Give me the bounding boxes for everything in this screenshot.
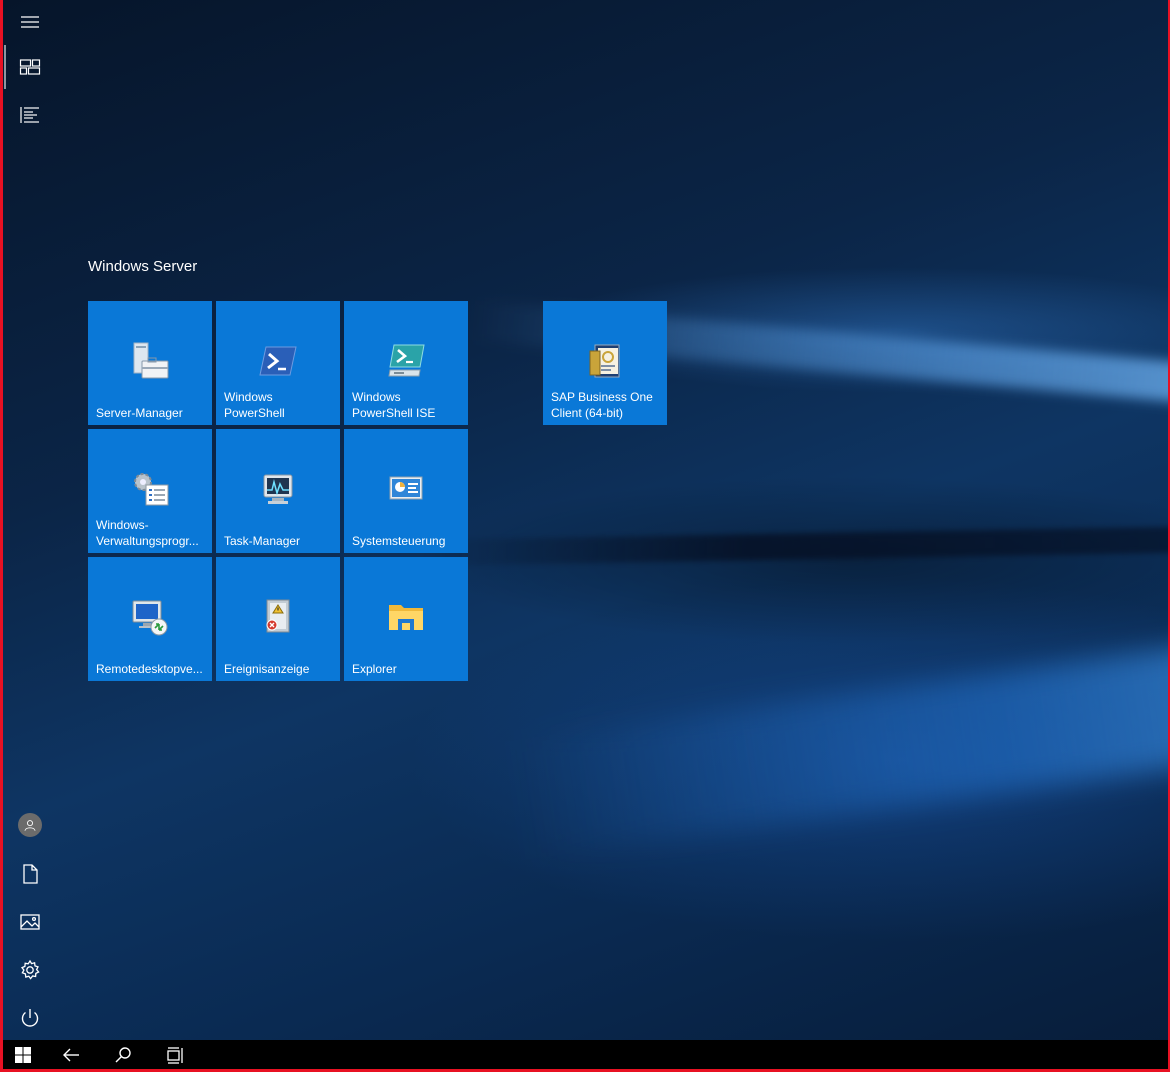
remote-desktop-icon (132, 600, 168, 636)
powershell-icon (259, 346, 297, 376)
admin-tools-icon (134, 473, 169, 506)
all-apps-list-icon (20, 107, 39, 123)
hamburger-menu-icon (21, 16, 39, 28)
settings-gear-icon (20, 959, 40, 980)
wallpaper-glow (511, 643, 1170, 860)
file-explorer-icon (389, 605, 423, 630)
tile-label: Windows PowerShell ISE (352, 390, 436, 420)
tile-sap-business-one[interactable]: SAP Business One Client (64-bit) (543, 301, 667, 425)
all-apps-button[interactable] (3, 93, 57, 137)
pictures-button[interactable] (3, 900, 57, 944)
tile-label: Systemsteuerung (352, 534, 446, 548)
taskbar (3, 1040, 1168, 1069)
start-button[interactable] (3, 1040, 43, 1069)
power-icon (21, 1009, 39, 1027)
tile-windows-powershell-ise[interactable]: Windows PowerShell ISE (344, 301, 468, 425)
settings-button[interactable] (3, 948, 57, 992)
documents-icon (23, 864, 38, 884)
tile-server-manager[interactable]: Server-Manager (88, 301, 212, 425)
tile-label: Remotedesktopve... (96, 662, 203, 676)
tiles-view-icon (19, 59, 41, 75)
powershell-ise-icon (388, 344, 425, 377)
wallpaper-shadow-beam (419, 525, 1170, 566)
tile-label: Windows PowerShell (224, 390, 285, 420)
task-view-button[interactable] (155, 1040, 195, 1069)
tile-label: SAP Business One Client (64-bit) (551, 390, 653, 420)
task-manager-icon (263, 474, 293, 504)
tile-task-manager[interactable]: Task-Manager (216, 429, 340, 553)
back-button[interactable] (51, 1040, 91, 1069)
user-account-icon (18, 813, 42, 837)
documents-button[interactable] (3, 852, 57, 896)
server-manager-icon (133, 342, 169, 379)
power-button[interactable] (3, 996, 57, 1040)
windows-start-icon (15, 1046, 31, 1063)
start-sidebar (3, 0, 57, 1040)
tile-label: Server-Manager (96, 406, 183, 420)
tile-event-viewer[interactable]: Ereignisanzeige (216, 557, 340, 681)
tile-label: Task-Manager (224, 534, 301, 548)
tile-label: Explorer (352, 662, 397, 676)
control-panel-icon (389, 476, 423, 500)
tile-windows-admin-tools[interactable]: Windows- Verwaltungsprogr... (88, 429, 212, 553)
task-view-icon (167, 1046, 183, 1064)
tile-windows-powershell[interactable]: Windows PowerShell (216, 301, 340, 425)
search-button[interactable] (103, 1040, 143, 1069)
tile-control-panel[interactable]: Systemsteuerung (344, 429, 468, 553)
tile-label: Ereignisanzeige (224, 662, 310, 676)
user-account-button[interactable] (3, 803, 57, 847)
tile-group-title[interactable]: Windows Server (88, 258, 197, 275)
tile-label: Windows- Verwaltungsprogr... (96, 518, 199, 548)
sap-business-one-icon (589, 344, 620, 378)
search-icon (115, 1046, 131, 1062)
pictures-icon (20, 914, 40, 930)
back-arrow-icon (63, 1048, 79, 1061)
hamburger-menu-button[interactable] (3, 0, 57, 44)
tile-file-explorer[interactable]: Explorer (344, 557, 468, 681)
tiles-view-button[interactable] (3, 45, 57, 89)
tile-remote-desktop[interactable]: Remotedesktopve... (88, 557, 212, 681)
event-viewer-icon (266, 599, 290, 633)
